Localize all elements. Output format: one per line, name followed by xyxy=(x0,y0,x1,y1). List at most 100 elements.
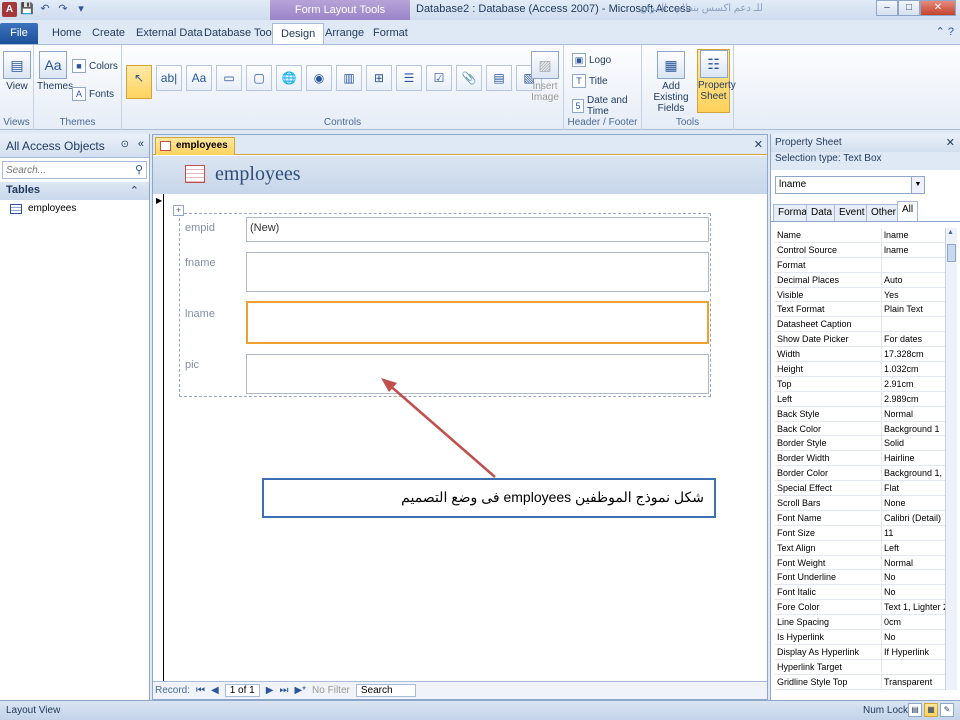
undo-icon[interactable]: ↶ xyxy=(38,2,52,16)
property-row[interactable]: Top 2.91cm xyxy=(775,376,945,392)
subform-control-icon[interactable]: ▤ xyxy=(486,65,512,91)
property-row[interactable]: Format xyxy=(775,257,945,273)
property-value[interactable]: Normal xyxy=(882,407,945,421)
checkbox-control-icon[interactable]: ☑ xyxy=(426,65,452,91)
property-row[interactable]: Control Source lname xyxy=(775,242,945,258)
button-control-icon[interactable]: ▭ xyxy=(216,65,242,91)
textbox-fname[interactable] xyxy=(246,252,709,292)
nav-item-employees[interactable]: employees xyxy=(0,200,149,217)
tab-home[interactable]: Home xyxy=(44,23,89,44)
first-record-icon[interactable]: ⏮ xyxy=(196,685,205,696)
property-value[interactable]: If Hyperlink xyxy=(882,645,945,659)
label-pic[interactable]: pic xyxy=(185,359,199,371)
property-row[interactable]: Name lname xyxy=(775,228,945,243)
nav-group-tables[interactable]: Tables ⌃ xyxy=(0,182,149,200)
nav-menu-dropdown-icon[interactable]: ⊙ xyxy=(121,139,129,150)
property-row[interactable]: Text Format Plain Text xyxy=(775,302,945,318)
access-app-icon[interactable]: A xyxy=(2,2,17,17)
document-tab-employees[interactable]: employees xyxy=(155,137,235,155)
ps-tab-all[interactable]: All xyxy=(897,201,919,221)
view-button[interactable]: ▤ View xyxy=(3,51,31,92)
logo-button[interactable]: ▣ Logo xyxy=(572,53,611,67)
option-group-icon[interactable]: ⊞ xyxy=(366,65,392,91)
minimize-button[interactable]: – xyxy=(876,0,898,16)
add-existing-fields-button[interactable]: ▦ Add Existing Fields xyxy=(646,51,696,114)
attachment-pic[interactable] xyxy=(246,354,709,394)
themes-button[interactable]: Aa Themes xyxy=(37,51,73,92)
ps-tab-event[interactable]: Event xyxy=(834,204,870,221)
property-value[interactable]: No xyxy=(882,570,945,584)
property-row[interactable]: Font Name Calibri (Detail) xyxy=(775,510,945,526)
nav-search-input[interactable] xyxy=(3,162,123,178)
redo-icon[interactable]: ↷ xyxy=(56,2,70,16)
property-value[interactable]: Flat xyxy=(882,481,945,495)
property-value[interactable] xyxy=(882,660,945,674)
web-browser-control-icon[interactable]: ◉ xyxy=(306,65,332,91)
customize-qat-icon[interactable]: ▾ xyxy=(74,2,88,16)
property-value[interactable]: No xyxy=(882,630,945,644)
search-icon[interactable]: ⚲ xyxy=(135,163,143,176)
last-record-icon[interactable]: ⏭ xyxy=(279,685,288,696)
navigation-control-icon[interactable]: ▥ xyxy=(336,65,362,91)
layout-view-icon[interactable]: ▦ xyxy=(924,703,938,717)
filter-indicator[interactable]: No Filter xyxy=(312,685,350,696)
property-row[interactable]: Special Effect Flat xyxy=(775,481,945,497)
record-search-box[interactable]: Search xyxy=(355,684,416,697)
property-row[interactable]: Text Align Left xyxy=(775,540,945,556)
dropdown-arrow-icon[interactable]: ▼ xyxy=(911,177,924,193)
scroll-thumb[interactable] xyxy=(947,244,956,262)
property-value[interactable] xyxy=(882,317,945,331)
property-value[interactable]: Auto xyxy=(882,273,945,287)
page-break-icon[interactable]: ☰ xyxy=(396,65,422,91)
property-value[interactable]: Hairline xyxy=(882,451,945,465)
property-value[interactable]: 2.989cm xyxy=(882,392,945,406)
property-row[interactable]: Is Hyperlink No xyxy=(775,630,945,645)
property-row[interactable]: Font Weight Normal xyxy=(775,555,945,571)
ps-tab-other[interactable]: Other xyxy=(866,204,902,221)
property-value[interactable]: For dates xyxy=(882,332,945,346)
property-row[interactable]: Height 1.032cm xyxy=(775,362,945,377)
property-row[interactable]: Border Width Hairline xyxy=(775,451,945,467)
textbox-control-icon[interactable]: ab| xyxy=(156,65,182,91)
tab-file[interactable]: File xyxy=(0,23,38,44)
property-row[interactable]: Line Spacing 0cm xyxy=(775,615,945,631)
property-value[interactable] xyxy=(882,258,945,272)
label-lname[interactable]: lname xyxy=(185,308,215,320)
property-row[interactable]: Display As Hyperlink If Hyperlink xyxy=(775,644,945,660)
property-value[interactable]: Plain Text xyxy=(882,302,945,316)
property-value[interactable]: Yes xyxy=(882,288,945,302)
tab-format[interactable]: Format xyxy=(365,23,416,44)
property-value[interactable]: 0cm xyxy=(882,615,945,629)
property-value[interactable]: 1.032cm xyxy=(882,362,945,376)
property-row[interactable]: Scroll Bars None xyxy=(775,496,945,511)
attachment-control-icon[interactable]: 📎 xyxy=(456,65,482,91)
help-icon[interactable]: ⌃ ? xyxy=(936,25,954,38)
property-value[interactable]: Background 1 xyxy=(882,422,945,436)
textbox-lname[interactable] xyxy=(246,301,709,344)
form-view-icon[interactable]: ▤ xyxy=(908,703,922,717)
layout-move-handle-icon[interactable]: + xyxy=(173,205,184,216)
label-fname[interactable]: fname xyxy=(185,257,216,269)
ps-tab-data[interactable]: Data xyxy=(806,204,838,221)
tab-create[interactable]: Create xyxy=(84,23,133,44)
form-title[interactable]: employees xyxy=(215,163,301,186)
property-value[interactable]: 17.328cm xyxy=(882,347,945,361)
record-selector[interactable]: ▶ xyxy=(154,194,164,684)
scroll-up-icon[interactable]: ▲ xyxy=(947,229,954,236)
label-control-icon[interactable]: Aa xyxy=(186,65,212,91)
property-value[interactable]: 2.91cm xyxy=(882,377,945,391)
property-row[interactable]: Fore Color Text 1, Lighter 2! xyxy=(775,600,945,616)
property-row[interactable]: Border Color Background 1, D xyxy=(775,466,945,482)
maximize-button[interactable]: □ xyxy=(898,0,920,16)
close-property-sheet-icon[interactable]: ✕ xyxy=(946,136,955,149)
property-value[interactable]: lname xyxy=(882,243,945,257)
colors-button[interactable]: ■ Colors xyxy=(72,59,118,73)
property-value[interactable]: Solid xyxy=(882,436,945,450)
close-document-icon[interactable]: ✕ xyxy=(754,138,763,151)
previous-record-icon[interactable]: ◀ xyxy=(211,685,219,696)
property-scrollbar[interactable]: ▲ xyxy=(945,228,957,690)
property-value[interactable]: Normal xyxy=(882,556,945,570)
property-row[interactable]: Font Underline No xyxy=(775,570,945,586)
new-record-icon[interactable]: ▶* xyxy=(294,685,306,696)
property-sheet-button[interactable]: ☷ Property Sheet xyxy=(697,49,736,113)
